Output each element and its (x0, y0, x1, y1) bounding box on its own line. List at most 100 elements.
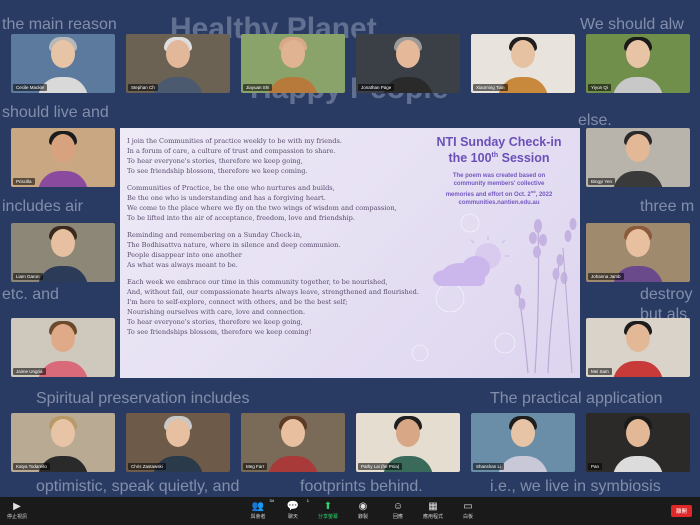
background-fragment: etc. and (2, 286, 59, 303)
poem-line: Each week we embrace our time in this co… (127, 277, 388, 286)
poem-text: I join the Communities of practice weekl… (127, 136, 507, 344)
slide-subtitle-line-1: The poem was created based on (452, 173, 546, 179)
toolbar-center-group: 👥 與會者 34 💬 聊天 1 ⬆ 分享螢幕 ◉ 錄製 ☺ 回應 ▦ 應用程式 ▭ 白板 (245, 498, 481, 520)
share-screen-button[interactable]: ⬆ 分享螢幕 (315, 500, 341, 520)
participant-tile[interactable]: Pathy Lai (he Pnia) (356, 413, 460, 472)
participant-video-face (51, 40, 75, 68)
participant-name: Cecile Mackle (13, 84, 48, 91)
participant-video-body (38, 266, 88, 282)
participant-tile[interactable]: Shanshan Li (471, 413, 575, 472)
slide-subtitle: The poem was created based on community … (424, 172, 574, 207)
participant-tile[interactable]: Xiaoming Tian (471, 34, 575, 93)
participant-name: Pathy Lai (he Pnia) (358, 463, 403, 470)
background-fragment: includes air (2, 198, 83, 215)
participant-video-body (498, 456, 548, 472)
participant-video-face (281, 40, 305, 68)
poem-line: People disappear into one another (127, 250, 242, 259)
participant-tile[interactable]: Jiayuan Shi (241, 34, 345, 93)
reactions-button[interactable]: ☺ 回應 (385, 500, 411, 520)
record-icon: ◉ (358, 501, 368, 512)
poem-line: As what was always meant to be. (127, 261, 238, 270)
poem-line: To be lifted into the air of acceptance,… (127, 214, 355, 223)
count-badge: 1 (306, 498, 309, 503)
background-fragment: We should alw (580, 16, 684, 33)
participant-tile[interactable]: Priscilla (11, 128, 115, 187)
participant-video-body (153, 77, 203, 93)
video-camera-icon: ▶ (13, 501, 21, 512)
participant-tile[interactable]: Bingyi Yen (586, 128, 690, 187)
participant-tile[interactable]: Katya Todarello (11, 413, 115, 472)
participant-video-face (166, 419, 190, 447)
participant-tile[interactable]: Jonathan Page (356, 34, 460, 93)
toolbar-button-label: 錄製 (357, 514, 368, 520)
toolbar-button-label: 應用程式 (422, 514, 443, 520)
meeting-toolbar: ▶ 停止視訊 👥 與會者 34 💬 聊天 1 ⬆ 分享螢幕 ◉ 錄製 ☺ 回應 ▦ 應用程式 ▭ 白板 離開 (0, 497, 700, 525)
participant-name: Jonathan Page (358, 84, 395, 91)
participant-video-body (268, 456, 318, 472)
participant-name: Yiyun Qi (588, 84, 611, 91)
participant-name: Mei Sam (588, 368, 612, 375)
toolbar-button-label: 白板 (462, 514, 473, 520)
participant-tile[interactable]: Pan (586, 413, 690, 472)
participant-name: Katya Todarello (13, 463, 50, 470)
participant-tile[interactable]: Johanna Jamb (586, 223, 690, 282)
leave-meeting-button[interactable]: 離開 (670, 505, 692, 517)
toolbar-left-group: ▶ 停止視訊 (4, 500, 30, 520)
whiteboard-button[interactable]: ▭ 白板 (455, 500, 481, 520)
participant-tile[interactable]: Stephan Ch (126, 34, 230, 93)
reactions-icon: ☺ (392, 501, 404, 512)
slide-subtitle-line-2: community members' collective (453, 181, 545, 187)
participant-tile[interactable]: Mei Sam (586, 318, 690, 377)
participant-video-face (626, 229, 650, 257)
apps-button[interactable]: ▦ 應用程式 (420, 500, 446, 520)
poem-stanza: Each week we embrace our time in this co… (127, 277, 507, 338)
participant-video-face (396, 419, 420, 447)
slide-title: NTI Sunday Check-in the 100th Session (424, 136, 574, 165)
participant-video-face (396, 40, 420, 68)
participant-name: Chris Zastawski (128, 463, 166, 470)
record-button[interactable]: ◉ 錄製 (350, 500, 376, 520)
participant-video-face (51, 229, 75, 257)
participant-video-face (281, 419, 305, 447)
shared-screen: I join the Communities of practice weekl… (120, 128, 580, 378)
toolbar-button-label: 與會者 (250, 514, 266, 520)
participant-video-face (51, 324, 75, 352)
background-fragment: should live and (2, 104, 109, 121)
participant-video-face (51, 134, 75, 162)
toolbar-button-label: 停止視訊 (6, 514, 27, 520)
participant-video-face (626, 40, 650, 68)
share-screen-icon: ⬆ (323, 501, 333, 512)
chat-icon: 💬 (286, 501, 300, 512)
video-camera-button[interactable]: ▶ 停止視訊 (4, 500, 30, 520)
participant-name: Pan (588, 463, 603, 470)
participant-video-face (511, 419, 535, 447)
toolbar-button-label: 回應 (392, 514, 403, 520)
participants-button[interactable]: 👥 與會者 34 (245, 498, 274, 520)
participant-name: Priscilla (13, 178, 35, 185)
participant-video-body (613, 361, 663, 377)
participant-name: Shanshan Li (473, 463, 505, 470)
background-fragment: the main reason (2, 16, 117, 33)
whiteboard-icon: ▭ (463, 501, 473, 512)
participant-video-body (613, 456, 663, 472)
participant-tile[interactable]: Jaime Ungria (11, 318, 115, 377)
slide-title-line-2: the 100th Session (448, 151, 550, 166)
participant-video-face (511, 40, 535, 68)
toolbar-button-label: 聊天 (287, 514, 298, 520)
participants-icon: 👥 (251, 501, 265, 512)
poem-line: I'm here to self-explore, connect with o… (127, 297, 348, 306)
poem-line: Reminding and remembering on a Sunday Ch… (127, 230, 303, 239)
participant-name: Jaime Ungria (13, 368, 46, 375)
participant-tile[interactable]: Yiyun Qi (586, 34, 690, 93)
count-badge: 34 (269, 498, 274, 503)
participant-tile[interactable]: Cecile Mackle (11, 34, 115, 93)
participant-video-face (626, 134, 650, 162)
participant-tile[interactable]: Chris Zastawski (126, 413, 230, 472)
poem-line: To hear everyone's stories, therefore we… (127, 318, 303, 326)
chat-button[interactable]: 💬 聊天 1 (280, 498, 309, 520)
participant-video-face (166, 40, 190, 68)
participant-tile[interactable]: Meg Farr (241, 413, 345, 472)
participant-tile[interactable]: Liam Garon (11, 223, 115, 282)
slide-title-line-1: NTI Sunday Check-in (436, 135, 562, 149)
participant-video-body (613, 171, 663, 187)
